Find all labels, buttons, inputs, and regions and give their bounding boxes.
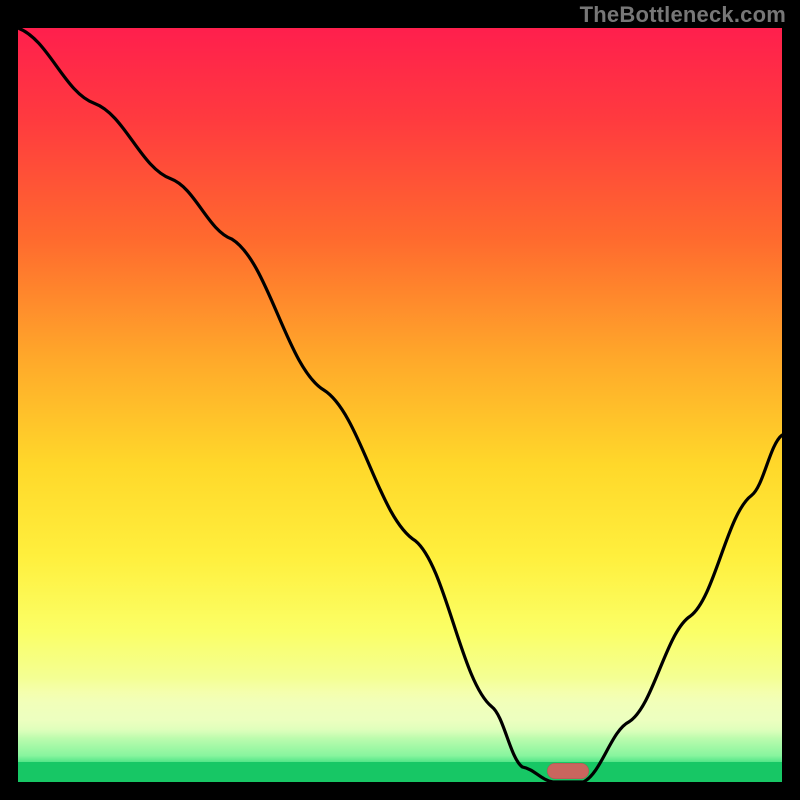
bottleneck-curve-path — [18, 28, 782, 782]
watermark-text: TheBottleneck.com — [580, 2, 786, 28]
curve-svg — [18, 28, 782, 782]
pale-band — [18, 678, 782, 738]
chart-frame: TheBottleneck.com — [0, 0, 800, 800]
green-strip — [18, 762, 782, 782]
plot-area — [18, 28, 782, 782]
optimal-marker — [547, 763, 589, 779]
